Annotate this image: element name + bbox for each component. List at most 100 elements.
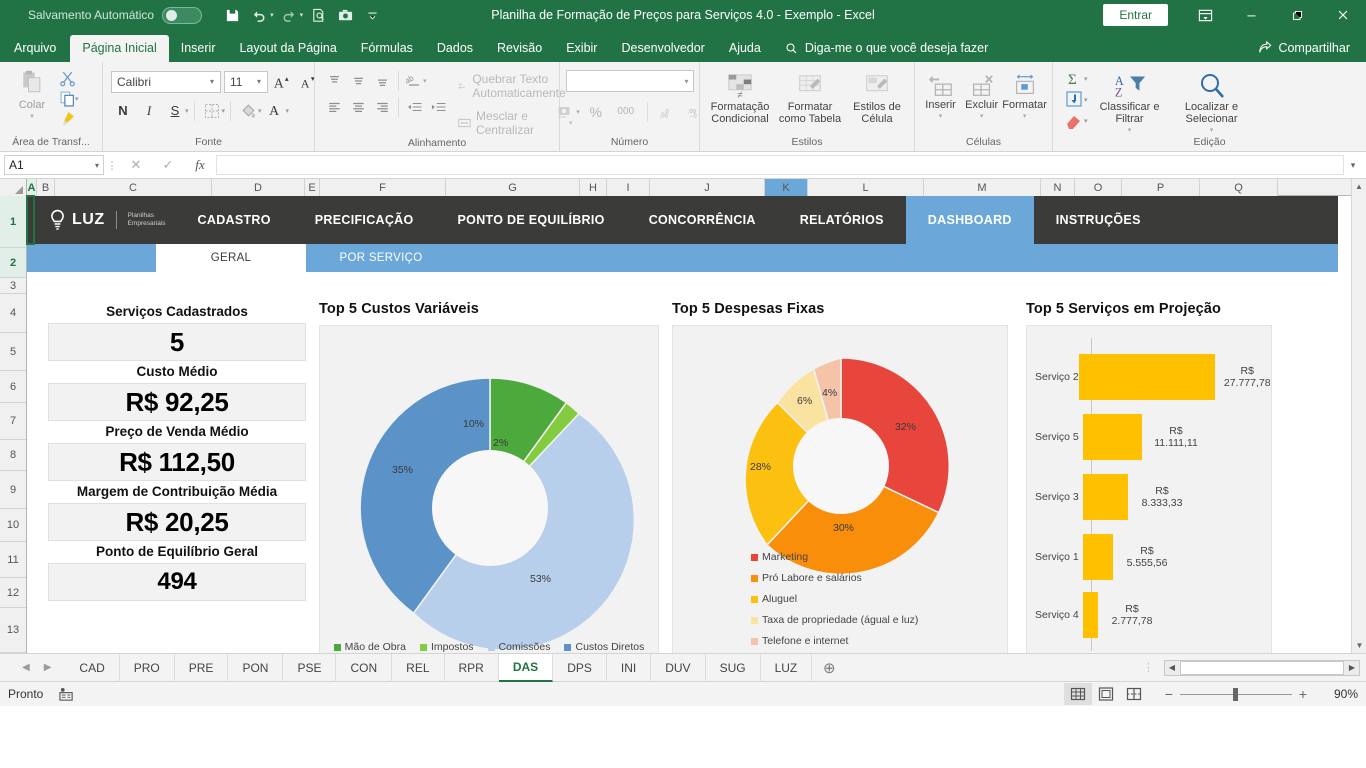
row-header-1[interactable]: 1 <box>0 196 26 248</box>
column-header-h[interactable]: H <box>580 179 607 196</box>
font-color-button[interactable]: A <box>264 99 288 122</box>
delete-dropdown-icon[interactable]: ▾ <box>980 112 984 120</box>
column-header-k[interactable]: K <box>765 179 808 196</box>
cancel-icon[interactable]: ✕ <box>120 157 152 173</box>
tab-exibir[interactable]: Exibir <box>554 35 609 62</box>
column-header-m[interactable]: M <box>924 179 1041 196</box>
zoom-track[interactable] <box>1180 687 1292 701</box>
column-header-o[interactable]: O <box>1075 179 1122 196</box>
copy-button[interactable]: ▾ <box>59 90 79 107</box>
row-header-12[interactable]: 12 <box>0 578 26 608</box>
align-right-button[interactable] <box>371 96 394 118</box>
column-header-d[interactable]: D <box>212 179 305 196</box>
autosave-toggle[interactable] <box>162 6 203 24</box>
row-header-2[interactable]: 2 <box>0 248 26 278</box>
minimize-icon[interactable] <box>1228 0 1274 30</box>
currency-dropdown-icon[interactable]: ▾ <box>576 108 580 116</box>
fill-dropdown-icon[interactable]: ▾ <box>1084 96 1088 104</box>
sheet-tab-duv[interactable]: DUV <box>651 653 706 682</box>
align-bottom-button[interactable] <box>371 70 394 92</box>
column-header-g[interactable]: G <box>446 179 580 196</box>
redo-icon[interactable] <box>277 4 301 26</box>
sheet-tab-dps[interactable]: DPS <box>553 653 607 682</box>
insert-cells-button[interactable]: Inserir ▾ <box>920 69 961 120</box>
sheet-tab-pon[interactable]: PON <box>228 653 284 682</box>
restore-icon[interactable] <box>1274 0 1320 30</box>
row-header-9[interactable]: 9 <box>0 471 26 509</box>
name-box[interactable]: A1 ▾ <box>4 155 104 175</box>
nav-instrucoes[interactable]: INSTRUÇÕES <box>1034 196 1163 244</box>
increase-font-size-button[interactable]: A ▴ <box>271 70 295 93</box>
tab-ajuda[interactable]: Ajuda <box>717 35 773 62</box>
column-header-q[interactable]: Q <box>1200 179 1278 196</box>
underline-dropdown-icon[interactable]: ▾ <box>185 107 189 115</box>
zoom-thumb[interactable] <box>1232 687 1238 701</box>
sheet-tab-pse[interactable]: PSE <box>283 653 337 682</box>
italic-button[interactable]: I <box>137 99 161 122</box>
clear-dropdown-icon[interactable]: ▾ <box>1084 117 1088 125</box>
align-middle-button[interactable] <box>347 70 370 92</box>
zoom-out-button[interactable]: − <box>1158 686 1180 702</box>
tab-split-handle[interactable]: ⋮ <box>1133 661 1164 674</box>
normal-view-icon[interactable] <box>1064 683 1092 705</box>
tab-revisao[interactable]: Revisão <box>485 35 554 62</box>
percent-format-button[interactable]: % <box>584 100 608 123</box>
vertical-scrollbar[interactable]: ▲ ▼ <box>1351 179 1366 653</box>
delete-cells-button[interactable]: Excluir ▾ <box>961 69 1002 120</box>
tab-pagina-inicial[interactable]: Página Inicial <box>70 35 169 62</box>
font-family-combo[interactable]: Calibri ▾ <box>111 70 221 93</box>
nav-precificacao[interactable]: PRECIFICAÇÃO <box>293 196 436 244</box>
subtab-por-servico[interactable]: POR SERVIÇO <box>306 244 456 272</box>
sheet-tab-pre[interactable]: PRE <box>175 653 229 682</box>
format-as-table-button[interactable]: Formatar como Tabela <box>776 69 844 125</box>
share-button[interactable]: Compartilhar <box>1248 35 1366 62</box>
nav-ponto-de-equilibrio[interactable]: PONTO DE EQUILÍBRIO <box>436 196 627 244</box>
underline-button[interactable]: S <box>163 99 187 122</box>
chevron-down-icon[interactable]: ▾ <box>206 77 218 86</box>
tab-layout-da-pagina[interactable]: Layout da Página <box>227 35 348 62</box>
format-cells-button[interactable]: Formatar ▾ <box>1002 69 1047 120</box>
close-icon[interactable] <box>1320 0 1366 30</box>
redo-dropdown-icon[interactable]: ▾ <box>300 11 304 19</box>
undo-dropdown-icon[interactable]: ▾ <box>270 11 274 19</box>
column-header-i[interactable]: I <box>607 179 650 196</box>
column-header-a[interactable]: A <box>27 179 37 196</box>
fill-button[interactable]: ▾ <box>1065 90 1088 109</box>
borders-button[interactable] <box>200 99 224 122</box>
sheet-tab-rpr[interactable]: RPR <box>445 653 499 682</box>
sheet-tab-cad[interactable]: CAD <box>65 653 120 682</box>
confirm-icon[interactable]: ✓ <box>152 157 184 173</box>
comma-format-button[interactable]: 000 <box>612 100 640 123</box>
tell-me-search[interactable]: Diga-me o que você deseja fazer <box>773 35 998 62</box>
zoom-in-button[interactable]: + <box>1292 686 1314 702</box>
row-header-3[interactable]: 3 <box>0 278 26 294</box>
paste-dropdown-icon[interactable]: ▾ <box>30 112 34 120</box>
row-header-6[interactable]: 6 <box>0 371 26 403</box>
row-header-11[interactable]: 11 <box>0 542 26 578</box>
tab-arquivo[interactable]: Arquivo <box>0 35 70 62</box>
decrease-indent-button[interactable] <box>403 96 426 118</box>
page-layout-icon[interactable] <box>1092 683 1120 705</box>
column-header-f[interactable]: F <box>320 179 446 196</box>
chevron-down-icon[interactable]: ▾ <box>253 77 265 86</box>
scroll-down-arrow[interactable]: ▼ <box>1353 639 1366 652</box>
insert-dropdown-icon[interactable]: ▾ <box>939 112 943 120</box>
chevron-down-icon[interactable]: ▾ <box>684 77 688 86</box>
fx-icon[interactable]: fx <box>184 157 216 173</box>
row-header-10[interactable]: 10 <box>0 509 26 542</box>
chevron-down-icon[interactable]: ▾ <box>95 161 99 170</box>
accessibility-icon[interactable] <box>43 687 74 702</box>
nav-concorrencia[interactable]: CONCORRÊNCIA <box>627 196 778 244</box>
print-preview-icon[interactable] <box>306 4 330 26</box>
scroll-right-arrow[interactable]: ▶ <box>1345 663 1359 672</box>
increase-decimal-button[interactable]: ←0,00 <box>655 100 679 123</box>
page-break-preview-icon[interactable] <box>1120 683 1148 705</box>
cut-button[interactable] <box>59 70 79 87</box>
cell-styles-button[interactable]: Estilos de Célula <box>846 69 908 125</box>
align-top-button[interactable] <box>323 70 346 92</box>
fill-color-button[interactable] <box>236 99 260 122</box>
formula-input[interactable] <box>216 155 1344 175</box>
fill-color-dropdown-icon[interactable]: ▾ <box>258 107 262 115</box>
next-sheet-icon[interactable]: ▶ <box>44 662 52 673</box>
increase-indent-button[interactable] <box>427 96 450 118</box>
